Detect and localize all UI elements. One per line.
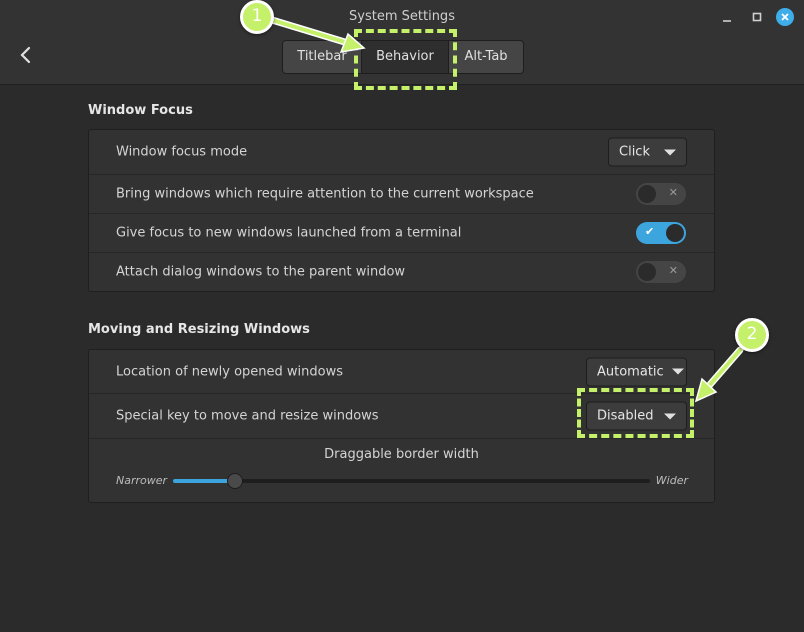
arrow-icon <box>268 16 366 53</box>
step-badge-1: 1 <box>240 0 274 34</box>
arrow-icon <box>694 346 744 403</box>
step-badge-2: 2 <box>735 318 769 352</box>
annotation-arrows <box>268 16 744 403</box>
